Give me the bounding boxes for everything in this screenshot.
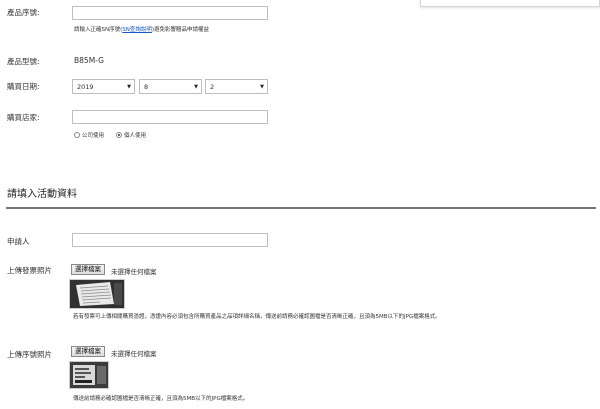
serial-label: 產品序號: [7,8,40,17]
sn-help-link[interactable]: SN查詢說明 [122,27,152,33]
serial-hint-text-after: )避免影響贈品申請權益 [151,27,210,33]
year-select[interactable]: 2019 ▼ [72,79,135,94]
purchase-date-label: 購買日期: [7,82,40,91]
serial-hint: 請輸入正確SN序號(SN查詢說明)避免影響贈品申請權益 [74,25,209,33]
serial-photo-file-button[interactable]: 選擇檔案 [71,346,105,357]
serial-photo-thumbnail [69,361,109,389]
chevron-down-icon: ▼ [127,83,131,90]
popup-edge [420,0,600,7]
invoice-upload-label: 上傳發票照片 [7,266,52,275]
chevron-down-icon: ▼ [260,83,264,90]
serial-input[interactable] [72,6,268,20]
day-select[interactable]: 2 ▼ [205,79,268,94]
month-select-value: 8 [144,82,149,91]
serial-hint-text: 請輸入正確SN序號( [74,27,123,33]
radio-personal[interactable] [116,132,123,138]
serial-photo-file-status: 未選擇任何檔案 [111,350,157,358]
month-select[interactable]: 8 ▼ [139,79,202,94]
year-select-value: 2019 [77,82,94,91]
invoice-thumbnail [69,279,125,309]
invoice-file-status: 未選擇任何檔案 [111,268,157,276]
applicant-label: 申請人 [7,237,30,246]
store-label: 購買店家: [7,113,40,122]
activity-section-title: 請填入活動資料 [7,189,77,200]
chevron-down-icon: ▼ [194,83,198,90]
applicant-input[interactable] [72,233,268,247]
model-value: B85M-G [74,56,104,65]
serial-photo-note: 傳送前請務必確認圖檔是否清晰正確，且須為5MB以下的JPG檔案格式。 [73,396,249,402]
radio-personal-label: 個人使用 [124,133,147,139]
usage-radio-group: 公司使用 個人使用 [74,131,146,139]
radio-company[interactable] [74,132,80,138]
model-label: 產品型號: [7,57,40,66]
invoice-file-button[interactable]: 選擇檔案 [71,264,105,275]
invoice-note: 若有發票可上傳相關購買憑證，憑證內容必須包含所購買產品之品項詳細名稱，傳送前請務… [73,314,441,320]
radio-company-label: 公司使用 [82,133,105,139]
section-divider [6,207,596,209]
store-input[interactable] [72,110,268,124]
serial-photo-label: 上傳序號照片 [7,350,52,359]
day-select-value: 2 [210,82,215,91]
